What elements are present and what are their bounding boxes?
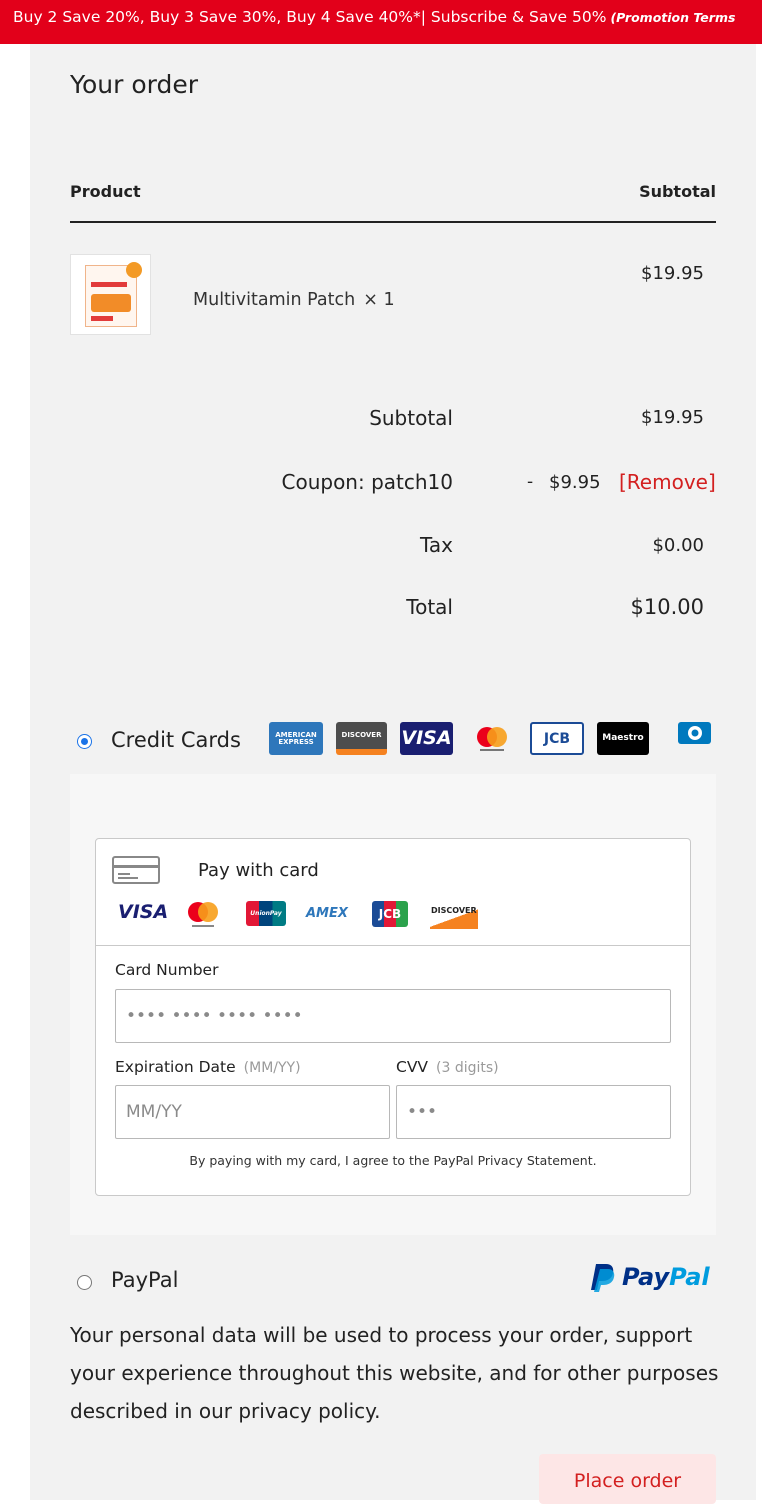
cvv-label: CVV (3 digits) (396, 1058, 499, 1076)
diners-club-logo-icon (678, 722, 711, 744)
discover-small-logo-icon: DISCOVER (430, 903, 478, 929)
amex-small-logo-icon: AMEX (306, 906, 348, 921)
jcb-logo-icon: JCB (530, 722, 584, 755)
mastercard-small-logo-icon (186, 901, 222, 933)
paypal-logo-icon: PayPal (590, 1262, 710, 1292)
place-order-button[interactable]: Place order (539, 1454, 716, 1504)
subtotal-column-header: Subtotal (639, 182, 716, 201)
unionpay-small-logo-icon: UnionPay (246, 901, 286, 926)
promo-text: Buy 2 Save 20%, Buy 3 Save 30%, Buy 4 Sa… (13, 8, 607, 26)
expiration-date-hint: (MM/YY) (243, 1060, 301, 1076)
amex-logo-icon: AMERICAN EXPRESS (269, 722, 323, 755)
paypal-label[interactable]: PayPal (111, 1268, 178, 1292)
card-form-divider (96, 945, 690, 946)
promo-terms-link[interactable]: (Promotion Terms (610, 10, 735, 25)
product-name: Multivitamin Patch × 1 (193, 290, 395, 310)
subtotal-value: $19.95 (641, 407, 704, 428)
expiration-date-input[interactable] (115, 1085, 390, 1139)
maestro-logo-icon: Maestro (597, 722, 649, 755)
expiration-date-label-text: Expiration Date (115, 1058, 236, 1076)
credit-cards-radio[interactable] (77, 734, 92, 749)
card-number-input[interactable] (115, 989, 671, 1043)
visa-logo-icon: VISA (400, 722, 453, 755)
product-column-header: Product (70, 182, 141, 201)
cvv-label-text: CVV (396, 1058, 429, 1076)
privacy-notice: Your personal data will be used to proce… (70, 1323, 719, 1423)
product-line-total: $19.95 (641, 263, 704, 284)
coupon-minus-sign: - (527, 472, 534, 492)
total-label: Total (406, 595, 453, 619)
card-number-label: Card Number (115, 961, 219, 979)
tax-value: $0.00 (652, 535, 704, 556)
credit-card-icon (112, 856, 160, 884)
paypal-privacy-agreement: By paying with my card, I agree to the P… (189, 1153, 597, 1168)
credit-cards-label[interactable]: Credit Cards (111, 728, 241, 752)
mastercard-logo-icon (466, 722, 518, 755)
remove-coupon-link[interactable]: [Remove] (619, 470, 716, 494)
discover-logo-icon: DISCOVER (336, 722, 387, 755)
cvv-input[interactable] (396, 1085, 671, 1139)
tax-label: Tax (420, 533, 453, 557)
expiration-date-label: Expiration Date (MM/YY) (115, 1058, 301, 1076)
pay-with-card-heading: Pay with card (198, 860, 319, 881)
product-thumbnail (70, 254, 151, 335)
product-title: Multivitamin Patch (193, 290, 356, 310)
cvv-hint: (3 digits) (436, 1060, 499, 1076)
jcb-small-logo-icon: JCB (372, 901, 408, 927)
visa-small-logo-icon: VISA (118, 901, 169, 923)
total-value: $10.00 (630, 595, 704, 619)
subtotal-label: Subtotal (369, 406, 453, 430)
order-heading: Your order (70, 70, 198, 99)
coupon-discount-value: $9.95 (549, 472, 601, 493)
promo-banner: Buy 2 Save 20%, Buy 3 Save 30%, Buy 4 Sa… (0, 0, 762, 44)
table-header-divider (70, 221, 716, 223)
product-package-image (85, 262, 142, 327)
product-quantity: × 1 (363, 290, 395, 310)
coupon-label: Coupon: patch10 (281, 470, 454, 494)
paypal-radio[interactable] (77, 1275, 92, 1290)
